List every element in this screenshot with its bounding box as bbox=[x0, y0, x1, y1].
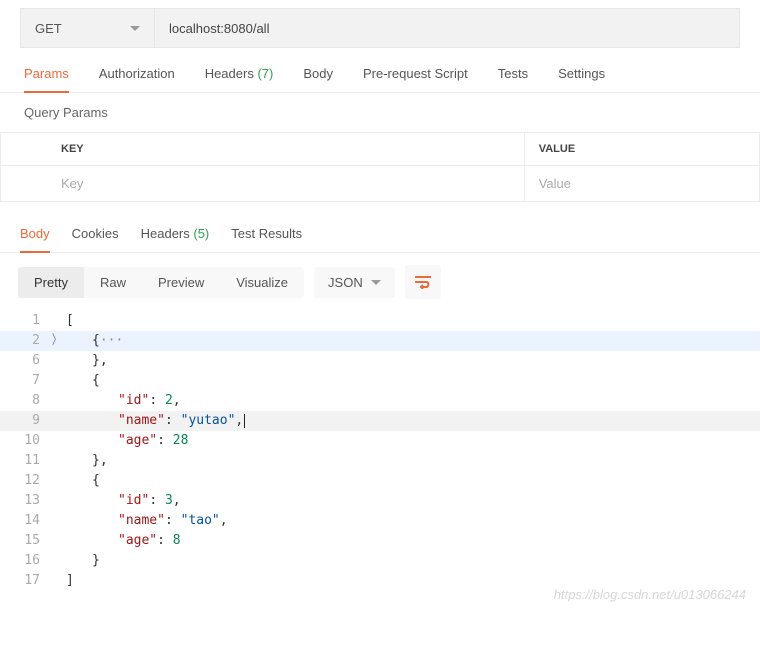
col-key: KEY bbox=[1, 133, 525, 166]
view-preview[interactable]: Preview bbox=[142, 267, 220, 298]
view-mode-bar: Pretty Raw Preview Visualize JSON bbox=[0, 253, 760, 311]
code-line: 10 "age": 28 bbox=[0, 431, 760, 451]
view-pretty[interactable]: Pretty bbox=[18, 267, 84, 298]
tab-body[interactable]: Body bbox=[303, 66, 333, 92]
line-number: 15 bbox=[0, 531, 48, 551]
tab-prerequest[interactable]: Pre-request Script bbox=[363, 66, 468, 92]
value-input[interactable]: Value bbox=[524, 166, 759, 202]
line-number: 14 bbox=[0, 511, 48, 531]
view-raw[interactable]: Raw bbox=[84, 267, 142, 298]
code-line-active: 9 "name": "yutao", bbox=[0, 411, 760, 431]
view-mode-group: Pretty Raw Preview Visualize bbox=[18, 267, 304, 298]
format-select[interactable]: JSON bbox=[314, 267, 395, 298]
line-number: 17 bbox=[0, 571, 48, 591]
code-line: 7 { bbox=[0, 371, 760, 391]
resp-headers-count: (5) bbox=[193, 226, 209, 241]
ellipsis-icon: ··· bbox=[100, 333, 123, 348]
url-input[interactable]: localhost:8080/all bbox=[155, 8, 740, 48]
view-visualize[interactable]: Visualize bbox=[220, 267, 304, 298]
tab-authorization[interactable]: Authorization bbox=[99, 66, 175, 92]
line-number: 7 bbox=[0, 371, 48, 391]
code-line: 6 }, bbox=[0, 351, 760, 371]
headers-count: (7) bbox=[257, 66, 273, 81]
resp-tab-headers[interactable]: Headers (5) bbox=[141, 226, 210, 252]
code-line: 8 "id": 2, bbox=[0, 391, 760, 411]
col-value: VALUE bbox=[524, 133, 759, 166]
request-tabs: Params Authorization Headers (7) Body Pr… bbox=[0, 48, 760, 93]
chevron-down-icon bbox=[130, 26, 140, 31]
response-tabs: Body Cookies Headers (5) Test Results bbox=[0, 202, 760, 253]
line-number: 9 bbox=[0, 411, 48, 431]
tab-tests[interactable]: Tests bbox=[498, 66, 528, 92]
request-bar: GET localhost:8080/all bbox=[20, 8, 740, 48]
line-number: 1 bbox=[0, 311, 48, 331]
url-text: localhost:8080/all bbox=[169, 21, 269, 36]
tab-headers[interactable]: Headers (7) bbox=[205, 66, 274, 92]
line-number: 12 bbox=[0, 471, 48, 491]
query-params-heading: Query Params bbox=[0, 93, 760, 132]
param-row: Key Value bbox=[1, 166, 760, 202]
line-number: 10 bbox=[0, 431, 48, 451]
code-line: 11 }, bbox=[0, 451, 760, 471]
code-line: 12 { bbox=[0, 471, 760, 491]
fold-toggle[interactable]: 〉 bbox=[48, 331, 66, 351]
tab-params[interactable]: Params bbox=[24, 66, 69, 93]
code-line: 13 "id": 3, bbox=[0, 491, 760, 511]
chevron-down-icon bbox=[371, 280, 381, 285]
line-number: 6 bbox=[0, 351, 48, 371]
wrap-icon bbox=[414, 275, 432, 289]
code-line-folded: 2 〉 {··· bbox=[0, 331, 760, 351]
code-line: 14 "name": "tao", bbox=[0, 511, 760, 531]
code-line: 1 [ bbox=[0, 311, 760, 331]
line-number: 11 bbox=[0, 451, 48, 471]
resp-tab-test-results[interactable]: Test Results bbox=[231, 226, 302, 252]
resp-tab-body[interactable]: Body bbox=[20, 226, 50, 253]
query-params-table: KEY VALUE Key Value bbox=[0, 132, 760, 202]
wrap-lines-button[interactable] bbox=[405, 265, 441, 299]
code-line: 15 "age": 8 bbox=[0, 531, 760, 551]
chevron-right-icon: 〉 bbox=[52, 331, 61, 351]
format-value: JSON bbox=[328, 275, 363, 290]
line-number: 8 bbox=[0, 391, 48, 411]
resp-tab-cookies[interactable]: Cookies bbox=[72, 226, 119, 252]
watermark-text: https://blog.csdn.net/u013066244 bbox=[554, 587, 746, 602]
key-input[interactable]: Key bbox=[1, 166, 525, 202]
response-body-viewer[interactable]: 1 [ 2 〉 {··· 6 }, 7 { 8 "id": 2, 9 "name… bbox=[0, 311, 760, 611]
text-cursor bbox=[244, 414, 245, 428]
http-method-select[interactable]: GET bbox=[20, 8, 155, 48]
tab-headers-label: Headers bbox=[205, 66, 254, 81]
tab-settings[interactable]: Settings bbox=[558, 66, 605, 92]
line-number: 16 bbox=[0, 551, 48, 571]
line-number: 2 bbox=[0, 331, 48, 351]
code-line: 16 } bbox=[0, 551, 760, 571]
line-number: 13 bbox=[0, 491, 48, 511]
resp-headers-label: Headers bbox=[141, 226, 190, 241]
http-method-value: GET bbox=[35, 21, 62, 36]
